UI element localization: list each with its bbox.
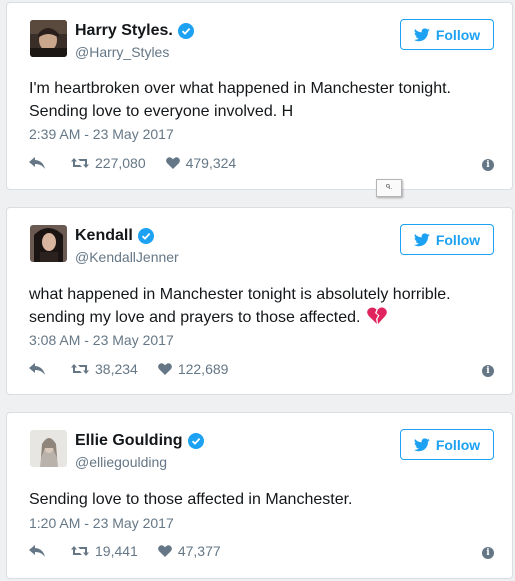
tweet-timestamp[interactable]: 2:39 AM - 23 May 2017	[29, 126, 174, 142]
info-icon[interactable]: i	[482, 547, 494, 559]
retweet-icon	[71, 364, 89, 374]
tweet-text: Sending love to those affected in Manche…	[29, 491, 353, 508]
tweet-card: Ellie Goulding @elliegoulding Follow Sen…	[6, 412, 513, 579]
tweet-text-body: what happened in Manchester tonight is a…	[29, 286, 451, 326]
tweet-text: what happened in Manchester tonight is a…	[29, 283, 499, 329]
verified-badge-icon	[187, 433, 204, 449]
retweet-icon	[71, 158, 89, 168]
avatar[interactable]	[30, 430, 67, 467]
verified-badge-icon	[177, 23, 194, 39]
heart-icon	[157, 363, 172, 375]
reply-button[interactable]	[29, 363, 51, 375]
user-handle[interactable]: @Harry_Styles	[75, 44, 169, 60]
like-count: 479,324	[185, 155, 237, 171]
like-button[interactable]: 479,324	[165, 155, 237, 171]
follow-label: Follow	[435, 436, 481, 453]
user-handle[interactable]: @elliegoulding	[75, 454, 167, 470]
follow-button[interactable]: Follow	[400, 224, 494, 255]
avatar[interactable]	[30, 225, 67, 262]
twitter-bird-icon	[413, 27, 430, 41]
tweet-card: Harry Styles. @Harry_Styles Follow I'm h…	[6, 2, 513, 190]
broken-heart-icon	[367, 307, 387, 324]
retweet-button[interactable]: 227,080	[71, 155, 146, 171]
info-icon[interactable]: i	[482, 365, 494, 377]
like-button[interactable]: 122,689	[157, 361, 229, 377]
tweet-text: I'm heartbroken over what happened in Ma…	[29, 80, 451, 120]
verified-badge-icon	[137, 228, 154, 244]
follow-button[interactable]: Follow	[400, 19, 494, 50]
retweet-button[interactable]: 19,441	[71, 543, 138, 559]
retweet-count: 19,441	[95, 543, 138, 559]
retweet-icon	[71, 546, 89, 556]
retweet-button[interactable]: 38,234	[71, 361, 138, 377]
display-name[interactable]: Ellie Goulding	[75, 432, 183, 450]
retweet-count: 38,234	[95, 361, 138, 377]
like-button[interactable]: 47,377	[157, 543, 221, 559]
like-count: 122,689	[177, 361, 229, 377]
reply-icon	[29, 545, 45, 557]
twitter-bird-icon	[413, 232, 430, 246]
user-handle[interactable]: @KendallJenner	[75, 249, 179, 265]
heart-icon	[157, 545, 172, 557]
display-name[interactable]: Kendall	[75, 227, 133, 245]
heart-icon	[165, 157, 180, 169]
tweet-timestamp[interactable]: 1:20 AM - 23 May 2017	[29, 515, 174, 531]
reply-button[interactable]	[29, 545, 51, 557]
like-count: 47,377	[177, 543, 221, 559]
follow-label: Follow	[435, 26, 481, 43]
info-icon[interactable]: i	[482, 159, 494, 171]
reply-icon	[29, 363, 45, 375]
display-name[interactable]: Harry Styles.	[75, 22, 173, 40]
twitter-bird-icon	[413, 437, 430, 451]
tweet-timestamp[interactable]: 3:08 AM - 23 May 2017	[29, 332, 174, 348]
avatar[interactable]	[30, 20, 67, 57]
retweet-count: 227,080	[95, 155, 146, 171]
cursor-tooltip: ᑫ.	[376, 179, 402, 197]
follow-label: Follow	[435, 231, 481, 248]
reply-icon	[29, 157, 45, 169]
reply-button[interactable]	[29, 157, 51, 169]
tweet-card: Kendall @KendallJenner Follow what happe…	[6, 207, 513, 395]
follow-button[interactable]: Follow	[400, 429, 494, 460]
